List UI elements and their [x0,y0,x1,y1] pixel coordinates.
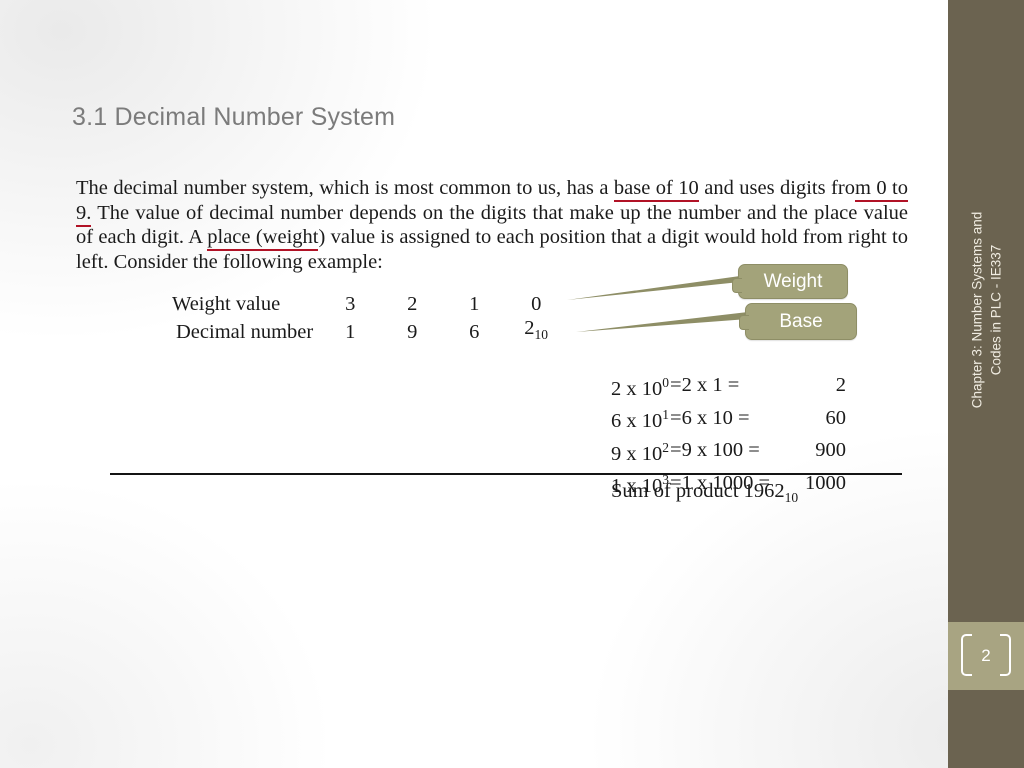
callout-weight-nub [732,278,742,293]
callout-leader-lines [567,276,748,332]
callout-base-nub [739,315,749,330]
callout-base: Base [739,303,857,340]
callout-base-label: Base [779,310,823,332]
callout-weight-label: Weight [763,270,823,292]
slide-canvas: 3.1 Decimal Number System The decimal nu… [0,0,1024,768]
callout-weight: Weight [732,264,848,299]
